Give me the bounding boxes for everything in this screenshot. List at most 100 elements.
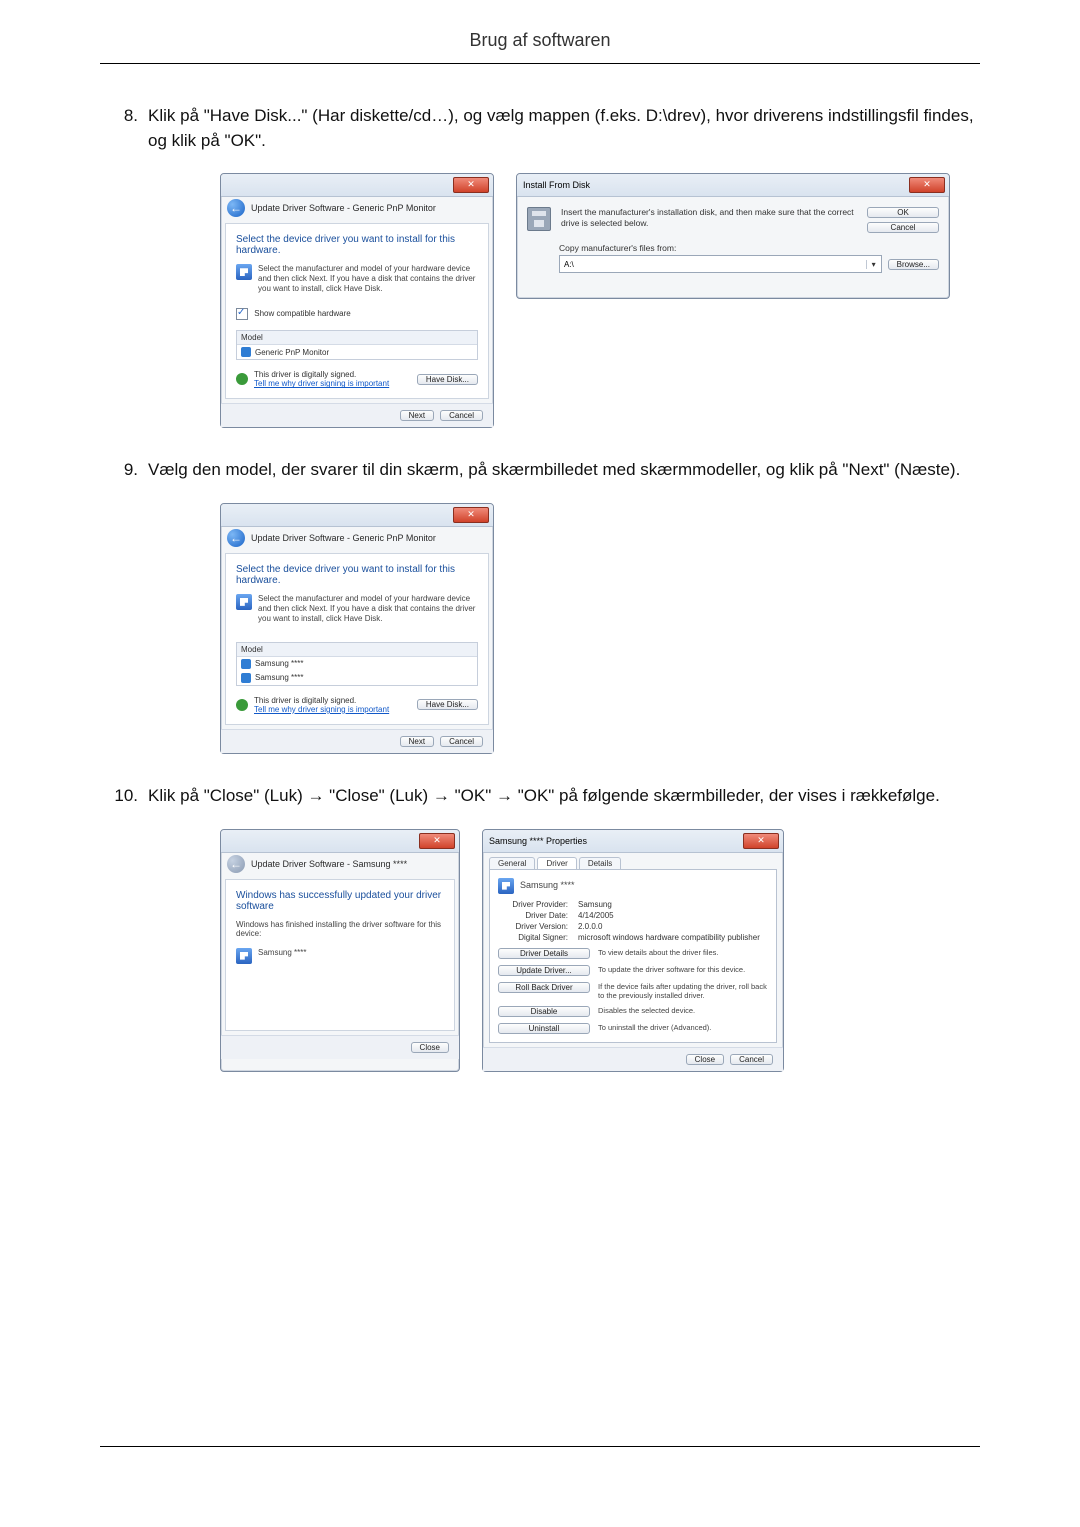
next-button[interactable]: Next — [400, 736, 434, 747]
chevron-down-icon[interactable]: ▾ — [866, 260, 881, 269]
tab-bar: General Driver Details — [483, 853, 783, 869]
list-item: Samsung **** — [237, 657, 477, 671]
header-rule — [100, 63, 980, 64]
browse-button[interactable]: Browse... — [888, 259, 939, 270]
dialog-heading: Windows has successfully updated your dr… — [236, 890, 444, 912]
dialog-install-from-disk: Install From Disk ✕ Insert the manufactu… — [516, 173, 950, 299]
dialog-title: Samsung **** Properties — [489, 836, 587, 846]
monitor-icon — [241, 673, 251, 683]
tab-general[interactable]: General — [489, 857, 535, 869]
driver-details-desc: To view details about the driver files. — [598, 948, 768, 957]
cancel-button[interactable]: Cancel — [730, 1054, 773, 1065]
monitor-icon — [241, 659, 251, 669]
date-label: Driver Date: — [498, 911, 568, 920]
model-listbox[interactable]: Model Generic PnP Monitor — [236, 330, 478, 360]
titlebar: ✕ — [221, 830, 459, 853]
monitor-icon — [241, 347, 251, 357]
dialog-title: Install From Disk — [523, 180, 590, 190]
footer-rule — [100, 1446, 980, 1447]
model-listbox[interactable]: Model Samsung **** Samsung **** — [236, 642, 478, 686]
uninstall-button[interactable]: Uninstall — [498, 1023, 590, 1034]
step-10-text: Klik på "Close" (Luk) → "Close" (Luk) → … — [148, 784, 980, 809]
close-icon[interactable]: ✕ — [453, 507, 489, 523]
step-9-screenshots: ✕ ← Update Driver Software - Generic PnP… — [220, 503, 980, 754]
path-value: A:\ — [560, 260, 866, 269]
tab-driver[interactable]: Driver — [537, 857, 576, 869]
signed-link[interactable]: Tell me why driver signing is important — [254, 705, 411, 714]
have-disk-button[interactable]: Have Disk... — [417, 699, 478, 710]
install-msg: Insert the manufacturer's installation d… — [561, 207, 857, 233]
close-icon[interactable]: ✕ — [909, 177, 945, 193]
dialog-subtext: Select the manufacturer and model of you… — [258, 594, 478, 624]
breadcrumb: ← Update Driver Software - Generic PnP M… — [221, 197, 493, 219]
step-8: 8. Klik på "Have Disk..." (Har diskette/… — [100, 104, 980, 153]
dialog-subtext: Windows has finished installing the driv… — [236, 920, 444, 938]
list-header: Model — [237, 331, 477, 345]
device-icon — [236, 264, 252, 280]
page-title: Brug af softwaren — [100, 30, 980, 63]
breadcrumb: ← Update Driver Software - Generic PnP M… — [221, 527, 493, 549]
step-8-screenshots: ✕ ← Update Driver Software - Generic PnP… — [220, 173, 980, 428]
device-name: Samsung **** — [258, 948, 306, 964]
cancel-button[interactable]: Cancel — [867, 222, 939, 233]
driver-details-button[interactable]: Driver Details — [498, 948, 590, 959]
back-icon: ← — [227, 855, 245, 873]
copy-from-label: Copy manufacturer's files from: — [559, 243, 939, 253]
show-compatible-checkbox[interactable] — [236, 308, 248, 320]
path-combobox[interactable]: A:\ ▾ — [559, 255, 882, 273]
ok-button[interactable]: OK — [867, 207, 939, 218]
rollback-driver-desc: If the device fails after updating the d… — [598, 982, 768, 1000]
cancel-button[interactable]: Cancel — [440, 410, 483, 421]
back-icon[interactable]: ← — [227, 529, 245, 547]
device-icon — [236, 948, 252, 964]
titlebar: Samsung **** Properties ✕ — [483, 830, 783, 853]
list-item: Samsung **** — [237, 671, 477, 685]
signed-text: This driver is digitally signed. — [254, 696, 411, 705]
document-page: Brug af softwaren 8. Klik på "Have Disk.… — [0, 0, 1080, 1527]
rollback-driver-button[interactable]: Roll Back Driver — [498, 982, 590, 993]
signer-label: Digital Signer: — [498, 933, 568, 942]
version-value: 2.0.0.0 — [578, 922, 768, 931]
step-9-number: 9. — [100, 458, 148, 483]
list-header: Model — [237, 643, 477, 657]
device-icon — [236, 594, 252, 610]
titlebar: ✕ — [221, 174, 493, 197]
next-button[interactable]: Next — [400, 410, 434, 421]
close-button[interactable]: Close — [686, 1054, 724, 1065]
step-10-number: 10. — [100, 784, 148, 809]
provider-value: Samsung — [578, 900, 768, 909]
dialog-update-driver-have-disk: ✕ ← Update Driver Software - Generic PnP… — [220, 173, 494, 428]
breadcrumb-text: Update Driver Software - Generic PnP Mon… — [251, 203, 436, 213]
disable-button[interactable]: Disable — [498, 1006, 590, 1017]
floppy-icon — [527, 207, 551, 231]
shield-icon — [236, 699, 248, 711]
close-icon[interactable]: ✕ — [743, 833, 779, 849]
update-driver-button[interactable]: Update Driver... — [498, 965, 590, 976]
breadcrumb-text: Update Driver Software - Generic PnP Mon… — [251, 533, 436, 543]
step-10-screenshots: ✕ ← Update Driver Software - Samsung ***… — [220, 829, 980, 1072]
close-button[interactable]: Close — [411, 1042, 449, 1053]
update-driver-desc: To update the driver software for this d… — [598, 965, 768, 974]
close-icon[interactable]: ✕ — [419, 833, 455, 849]
breadcrumb-text: Update Driver Software - Samsung **** — [251, 859, 407, 869]
close-icon[interactable]: ✕ — [453, 177, 489, 193]
dialog-heading: Select the device driver you want to ins… — [236, 564, 478, 586]
cancel-button[interactable]: Cancel — [440, 736, 483, 747]
titlebar: Install From Disk ✕ — [517, 174, 949, 197]
version-label: Driver Version: — [498, 922, 568, 931]
have-disk-button[interactable]: Have Disk... — [417, 374, 478, 385]
uninstall-desc: To uninstall the driver (Advanced). — [598, 1023, 768, 1032]
provider-label: Driver Provider: — [498, 900, 568, 909]
device-name: Samsung **** — [520, 880, 575, 894]
signed-link[interactable]: Tell me why driver signing is important — [254, 379, 411, 388]
signer-value: microsoft windows hardware compatibility… — [578, 933, 768, 942]
step-8-text: Klik på "Have Disk..." (Har diskette/cd…… — [148, 104, 980, 153]
step-8-number: 8. — [100, 104, 148, 153]
dialog-subtext: Select the manufacturer and model of you… — [258, 264, 478, 294]
back-icon[interactable]: ← — [227, 199, 245, 217]
step-9: 9. Vælg den model, der svarer til din sk… — [100, 458, 980, 483]
dialog-heading: Select the device driver you want to ins… — [236, 234, 478, 256]
disable-desc: Disables the selected device. — [598, 1006, 768, 1015]
dialog-select-model: ✕ ← Update Driver Software - Generic PnP… — [220, 503, 494, 754]
tab-details[interactable]: Details — [579, 857, 621, 869]
